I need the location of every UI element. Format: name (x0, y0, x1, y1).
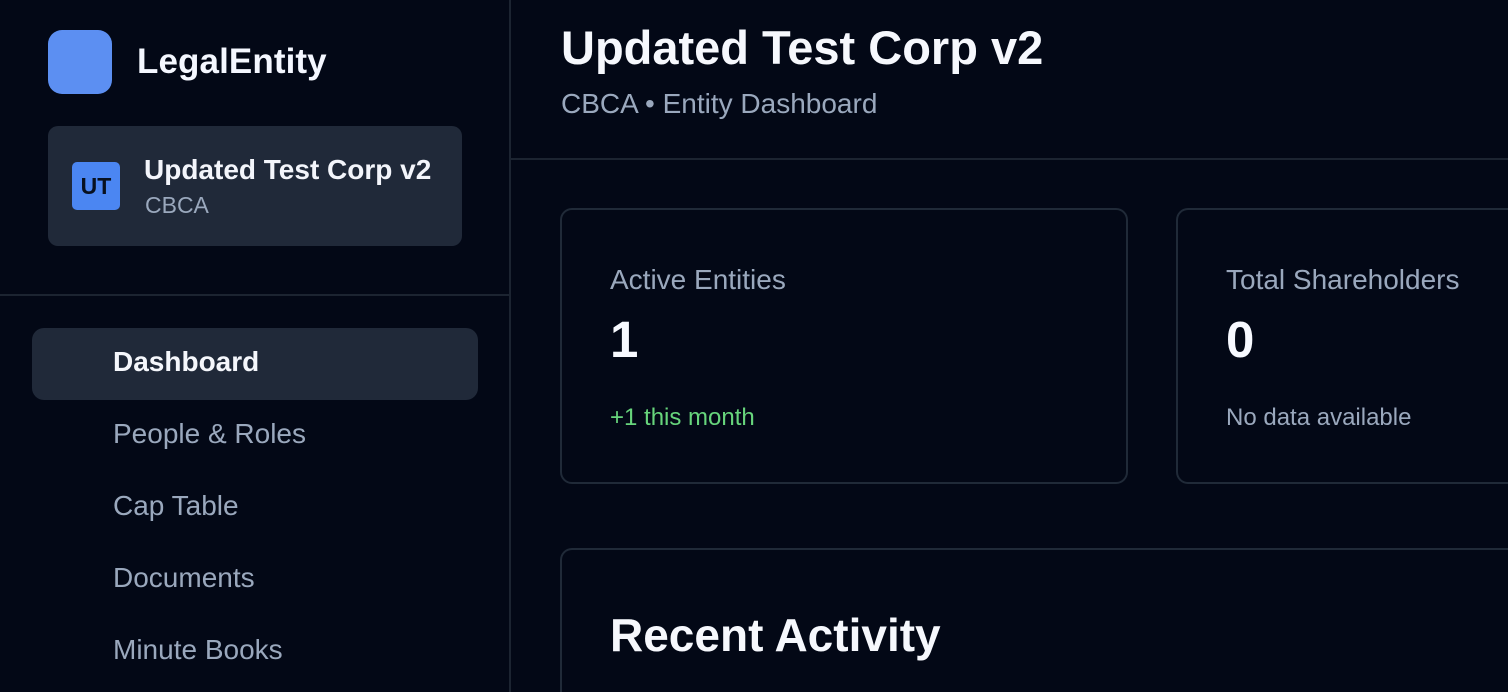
sidebar-item-label: Cap Table (113, 490, 239, 521)
sidebar-item-people-roles[interactable]: People & Roles (32, 400, 478, 472)
sidebar-item-cap-table[interactable]: Cap Table (32, 472, 478, 544)
sidebar-item-label: Minute Books (113, 634, 283, 665)
brand-name: LegalEntity (137, 42, 327, 81)
stat-empty-state: No data available (1226, 404, 1412, 431)
sidebar-item-label: People & Roles (113, 418, 307, 449)
brand-logo (48, 30, 112, 94)
page-header: Updated Test Corp v2 CBCA • Entity Dashb… (511, 0, 1508, 160)
entity-type: CBCA (145, 192, 209, 218)
recent-activity-heading: Recent Activity (610, 609, 941, 661)
recent-activity-card: Recent Activity (560, 548, 1508, 692)
stat-label: Active Entities (610, 264, 786, 295)
entity-switcher[interactable]: UT Updated Test Corp v2 CBCA (48, 126, 462, 246)
sidebar-item-minute-books[interactable]: Minute Books (32, 616, 478, 688)
sidebar-item-label: Dashboard (113, 346, 260, 377)
main-content: Updated Test Corp v2 CBCA • Entity Dashb… (511, 0, 1508, 692)
active-entities-card: Active Entities 1 +1 this month (560, 208, 1128, 484)
page-subtitle: CBCA • Entity Dashboard (561, 88, 878, 119)
sidebar-item-dashboard[interactable]: Dashboard (32, 328, 478, 400)
stat-change: +1 this month (610, 404, 755, 431)
stat-value: 1 (610, 311, 639, 368)
total-shareholders-card: Total Shareholders 0 No data available (1176, 208, 1508, 484)
entity-avatar: UT (72, 162, 120, 210)
app-window: LegalEntity UT Updated Test Corp v2 CBCA… (0, 0, 1508, 692)
sidebar-divider (0, 294, 511, 296)
entity-name: Updated Test Corp v2 (144, 154, 432, 185)
sidebar-item-documents[interactable]: Documents (32, 544, 478, 616)
stat-value: 0 (1226, 311, 1255, 368)
stat-label: Total Shareholders (1226, 264, 1460, 295)
page-title: Updated Test Corp v2 (561, 21, 1044, 74)
sidebar: LegalEntity UT Updated Test Corp v2 CBCA… (0, 0, 511, 692)
sidebar-item-label: Documents (113, 562, 255, 593)
